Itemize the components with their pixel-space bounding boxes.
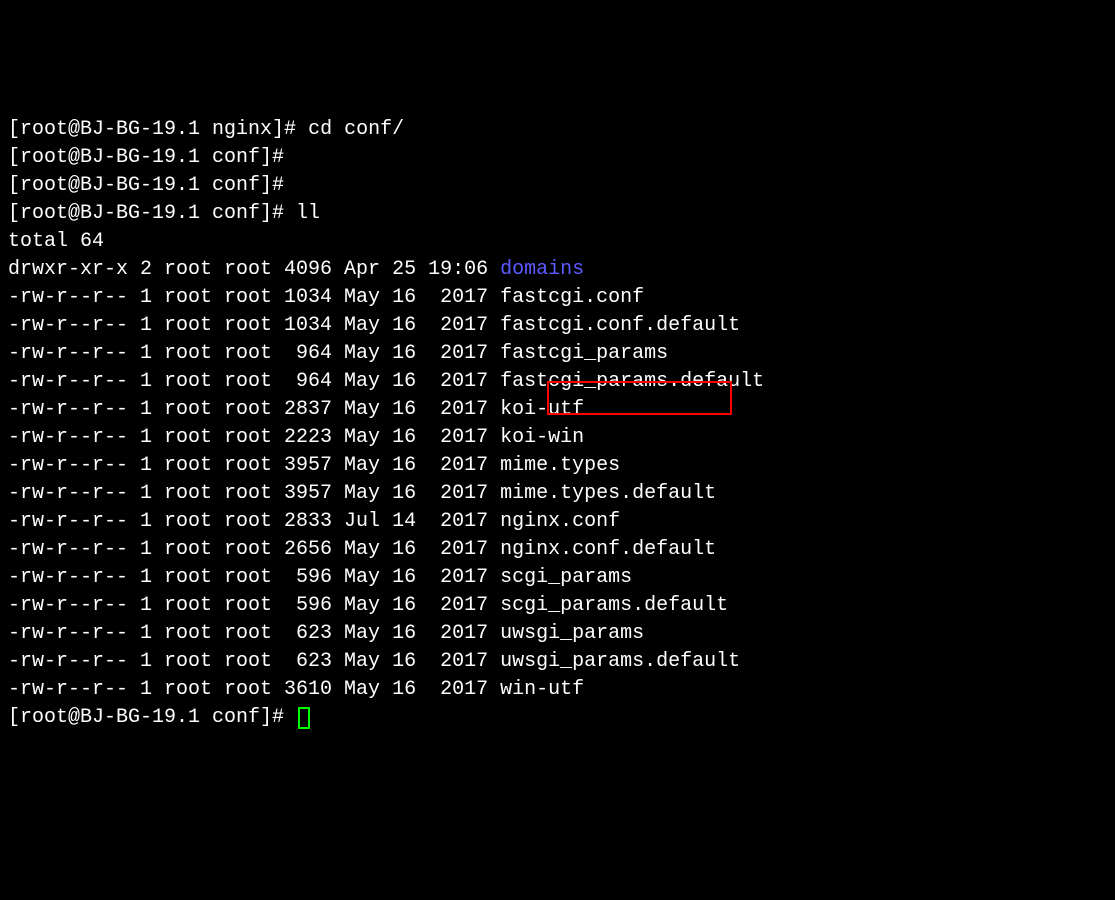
file-name: scgi_params [500, 566, 632, 589]
file-name: fastcgi_params.default [500, 370, 764, 393]
file-name: koi-utf [500, 398, 584, 421]
file-row: -rw-r--r-- 1 root root 2223 May 16 2017 … [8, 424, 1107, 452]
file-name: mime.types [500, 454, 620, 477]
shell-prompt: [root@BJ-BG-19.1 conf]# [8, 174, 296, 197]
file-name: uwsgi_params.default [500, 650, 740, 673]
file-meta: -rw-r--r-- 1 root root 2833 Jul 14 2017 [8, 510, 500, 533]
file-row: -rw-r--r-- 1 root root 964 May 16 2017 f… [8, 368, 1107, 396]
file-row: -rw-r--r-- 1 root root 3957 May 16 2017 … [8, 452, 1107, 480]
prompt-line: [root@BJ-BG-19.1 conf]# [8, 172, 1107, 200]
file-row: -rw-r--r-- 1 root root 3610 May 16 2017 … [8, 676, 1107, 704]
file-name: nginx.conf [500, 510, 620, 533]
file-meta: -rw-r--r-- 1 root root 2223 May 16 2017 [8, 426, 500, 449]
file-meta: drwxr-xr-x 2 root root 4096 Apr 25 19:06 [8, 258, 500, 281]
file-name: fastcgi.conf.default [500, 314, 740, 337]
file-meta: -rw-r--r-- 1 root root 596 May 16 2017 [8, 594, 500, 617]
file-meta: -rw-r--r-- 1 root root 623 May 16 2017 [8, 622, 500, 645]
total-line: total 64 [8, 228, 1107, 256]
prompt-line: [root@BJ-BG-19.1 conf]# [8, 144, 1107, 172]
directory-name: domains [500, 258, 584, 281]
file-meta: -rw-r--r-- 1 root root 3957 May 16 2017 [8, 454, 500, 477]
file-row: -rw-r--r-- 1 root root 596 May 16 2017 s… [8, 564, 1107, 592]
file-row: -rw-r--r-- 1 root root 623 May 16 2017 u… [8, 648, 1107, 676]
file-row: -rw-r--r-- 1 root root 2837 May 16 2017 … [8, 396, 1107, 424]
file-meta: -rw-r--r-- 1 root root 3610 May 16 2017 [8, 678, 500, 701]
file-row: -rw-r--r-- 1 root root 964 May 16 2017 f… [8, 340, 1107, 368]
file-meta: -rw-r--r-- 1 root root 1034 May 16 2017 [8, 314, 500, 337]
file-name: fastcgi_params [500, 342, 668, 365]
file-meta: -rw-r--r-- 1 root root 3957 May 16 2017 [8, 482, 500, 505]
file-name: win-utf [500, 678, 584, 701]
file-row: -rw-r--r-- 1 root root 3957 May 16 2017 … [8, 480, 1107, 508]
file-meta: -rw-r--r-- 1 root root 1034 May 16 2017 [8, 286, 500, 309]
file-meta: -rw-r--r-- 1 root root 964 May 16 2017 [8, 342, 500, 365]
file-name: nginx.conf.default [500, 538, 716, 561]
terminal-output[interactable]: [root@BJ-BG-19.1 nginx]# cd conf/[root@B… [8, 116, 1107, 732]
file-name: scgi_params.default [500, 594, 728, 617]
file-row: -rw-r--r-- 1 root root 596 May 16 2017 s… [8, 592, 1107, 620]
shell-prompt: [root@BJ-BG-19.1 conf]# [8, 706, 296, 729]
shell-prompt: [root@BJ-BG-19.1 conf]# [8, 146, 296, 169]
file-row: -rw-r--r-- 1 root root 2656 May 16 2017 … [8, 536, 1107, 564]
file-name: uwsgi_params [500, 622, 644, 645]
shell-prompt: [root@BJ-BG-19.1 nginx]# [8, 118, 308, 141]
file-row: drwxr-xr-x 2 root root 4096 Apr 25 19:06… [8, 256, 1107, 284]
file-meta: -rw-r--r-- 1 root root 596 May 16 2017 [8, 566, 500, 589]
file-row: -rw-r--r-- 1 root root 2833 Jul 14 2017 … [8, 508, 1107, 536]
file-meta: -rw-r--r-- 1 root root 2656 May 16 2017 [8, 538, 500, 561]
prompt-line: [root@BJ-BG-19.1 conf]# ll [8, 200, 1107, 228]
shell-command: ll [296, 202, 320, 225]
file-meta: -rw-r--r-- 1 root root 623 May 16 2017 [8, 650, 500, 673]
prompt-line: [root@BJ-BG-19.1 nginx]# cd conf/ [8, 116, 1107, 144]
file-name: fastcgi.conf [500, 286, 644, 309]
file-row: -rw-r--r-- 1 root root 623 May 16 2017 u… [8, 620, 1107, 648]
shell-command: cd conf/ [308, 118, 404, 141]
file-row: -rw-r--r-- 1 root root 1034 May 16 2017 … [8, 284, 1107, 312]
file-name: koi-win [500, 426, 584, 449]
file-row: -rw-r--r-- 1 root root 1034 May 16 2017 … [8, 312, 1107, 340]
cursor-icon [298, 707, 310, 729]
file-meta: -rw-r--r-- 1 root root 964 May 16 2017 [8, 370, 500, 393]
file-name: mime.types.default [500, 482, 716, 505]
shell-prompt: [root@BJ-BG-19.1 conf]# [8, 202, 296, 225]
prompt-line[interactable]: [root@BJ-BG-19.1 conf]# [8, 704, 1107, 732]
file-meta: -rw-r--r-- 1 root root 2837 May 16 2017 [8, 398, 500, 421]
